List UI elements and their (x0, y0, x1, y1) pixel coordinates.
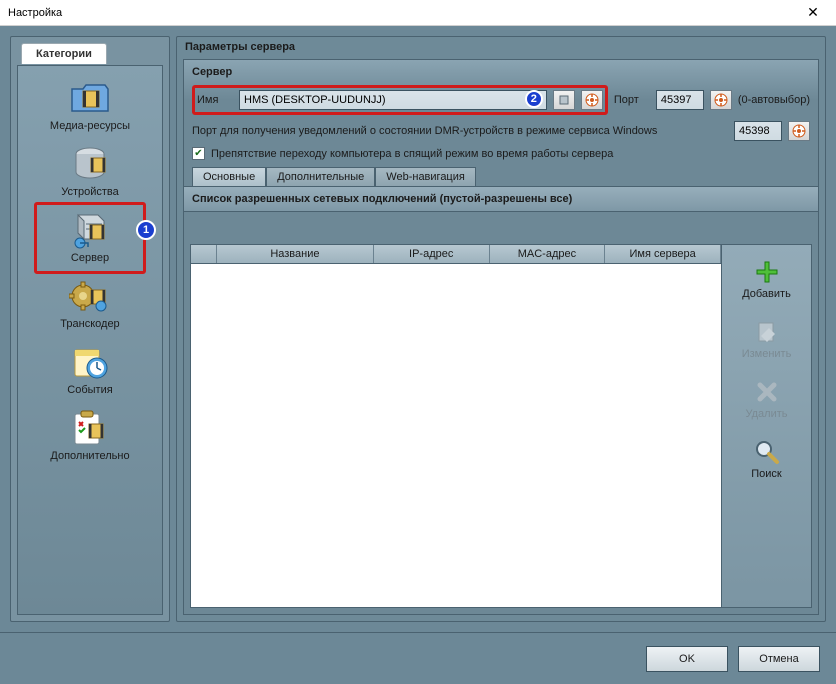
annotation-badge-2: 2 (525, 90, 543, 108)
sidebar-item-server[interactable]: 1 Сервер (18, 206, 162, 272)
window-title: Настройка (8, 7, 798, 19)
delete-icon (753, 378, 781, 406)
titlebar: Настройка ✕ (0, 0, 836, 26)
tab-main[interactable]: Основные (192, 167, 266, 186)
highlight-box-name: Имя 2 (192, 85, 608, 115)
port-hint: (0-автовыбор) (738, 94, 810, 106)
notepad-clock-icon (68, 342, 112, 382)
sidebar-item-additional[interactable]: Дополнительно (18, 404, 162, 470)
sidebar-item-media[interactable]: Медиа-ресурсы (18, 74, 162, 140)
folder-film-icon (68, 78, 112, 118)
footer: OK Отмена (0, 632, 836, 684)
panel-title: Параметры сервера (177, 37, 825, 57)
edit-button: Изменить (728, 311, 806, 367)
sidebar-body: Медиа-ресурсы Устройства 1 Сервер (17, 65, 163, 615)
main-panel: Параметры сервера Сервер Имя 2 (176, 36, 826, 622)
sidebar-item-label: Медиа-ресурсы (18, 120, 162, 132)
add-label: Добавить (742, 288, 791, 300)
clipboard-film-icon (68, 408, 112, 448)
sidebar-tab-categories[interactable]: Категории (21, 43, 107, 64)
search-button[interactable]: Поиск (728, 431, 806, 487)
table-header: Название IP-адрес MAC-адрес Имя сервера (191, 245, 721, 264)
table-body[interactable] (191, 264, 721, 607)
column-name[interactable]: Название (217, 245, 374, 263)
dmr-refresh-button[interactable] (788, 121, 810, 141)
allowed-connections-title: Список разрешенных сетевых подключений (… (184, 186, 818, 212)
name-dropdown-button[interactable] (553, 90, 575, 110)
sidebar-item-label: События (18, 384, 162, 396)
panel-body: Сервер Имя 2 Порт (183, 59, 819, 615)
port-input[interactable] (656, 90, 704, 110)
sidebar-item-label: Сервер (18, 252, 162, 264)
sidebar-item-label: Дополнительно (18, 450, 162, 462)
gear-film-icon (68, 276, 112, 316)
annotation-badge-1: 1 (136, 220, 156, 240)
name-refresh-button[interactable] (581, 90, 603, 110)
connections-table: Название IP-адрес MAC-адрес Имя сервера (190, 244, 722, 608)
ok-button[interactable]: OK (646, 646, 728, 672)
sidebar: Категории Медиа-ресурсы Устройства 1 (10, 36, 170, 622)
edit-icon (753, 318, 781, 346)
server-name-input[interactable] (239, 90, 547, 110)
tab-bar: Основные Дополнительные Web-навигация (184, 163, 818, 186)
sidebar-item-devices[interactable]: Устройства (18, 140, 162, 206)
search-label: Поиск (751, 468, 781, 480)
add-button[interactable]: Добавить (728, 251, 806, 307)
content-area: Категории Медиа-ресурсы Устройства 1 (0, 26, 836, 632)
sidebar-item-events[interactable]: События (18, 338, 162, 404)
sidebar-item-label: Устройства (18, 186, 162, 198)
port-refresh-button[interactable] (710, 90, 732, 110)
connections-area: Название IP-адрес MAC-адрес Имя сервера … (190, 244, 812, 608)
dmr-port-label: Порт для получения уведомлений о состоян… (192, 125, 728, 137)
delete-button: Удалить (728, 371, 806, 427)
drive-film-icon (68, 144, 112, 184)
edit-label: Изменить (742, 348, 792, 360)
port-label: Порт (614, 94, 650, 106)
column-ip[interactable]: IP-адрес (374, 245, 490, 263)
close-icon[interactable]: ✕ (798, 4, 828, 21)
cancel-button[interactable]: Отмена (738, 646, 820, 672)
delete-label: Удалить (746, 408, 788, 420)
tab-additional[interactable]: Дополнительные (266, 167, 375, 186)
plus-icon (753, 258, 781, 286)
action-column: Добавить Изменить Удалить (722, 244, 812, 608)
dmr-port-input[interactable] (734, 121, 782, 141)
search-icon (753, 438, 781, 466)
name-label: Имя (197, 94, 233, 106)
server-icon (68, 210, 112, 250)
column-checkbox[interactable] (191, 245, 217, 263)
sidebar-item-transcoder[interactable]: Транскодер (18, 272, 162, 338)
tab-webnav[interactable]: Web-навигация (375, 167, 476, 186)
prevent-sleep-checkbox[interactable]: ✔ (192, 147, 205, 160)
sidebar-item-label: Транскодер (18, 318, 162, 330)
prevent-sleep-label: Препятствие переходу компьютера в спящий… (211, 148, 613, 160)
server-group-title: Сервер (184, 60, 818, 82)
column-mac[interactable]: MAC-адрес (490, 245, 606, 263)
column-server[interactable]: Имя сервера (605, 245, 721, 263)
